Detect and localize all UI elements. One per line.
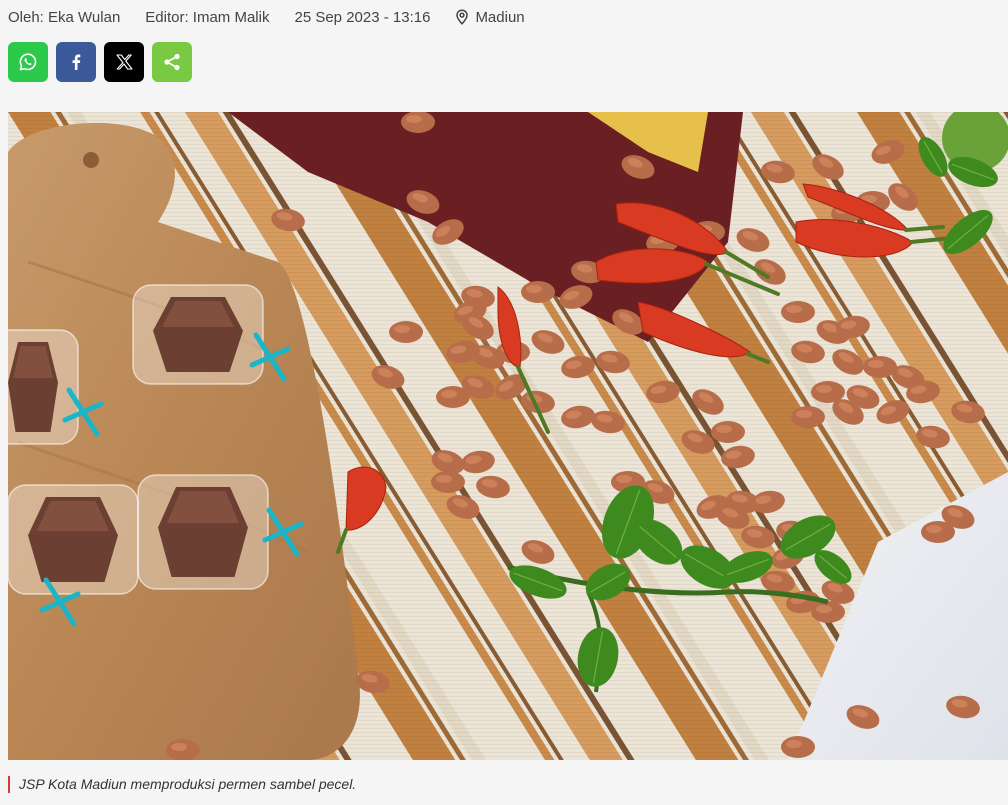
article-photo (8, 112, 1008, 760)
share-button[interactable] (152, 42, 192, 82)
photo-caption: JSP Kota Madiun memproduksi permen sambe… (8, 776, 356, 793)
location: Madiun (455, 8, 525, 26)
facebook-icon (72, 54, 81, 70)
x-logo-icon (115, 54, 133, 70)
location-label: Madiun (475, 8, 525, 26)
author: Oleh: Eka Wulan (8, 8, 121, 26)
facebook-share-button[interactable] (56, 42, 96, 82)
editor: Editor: Imam Malik (145, 8, 270, 26)
whatsapp-icon (19, 53, 37, 71)
publish-datetime: 25 Sep 2023 - 13:16 (294, 8, 431, 26)
x-share-button[interactable] (104, 42, 144, 82)
share-icon (164, 53, 180, 71)
article-meta: Oleh: Eka Wulan Editor: Imam Malik 25 Se… (8, 8, 525, 26)
location-pin-icon (456, 9, 469, 25)
whatsapp-share-button[interactable] (8, 42, 48, 82)
share-buttons (8, 42, 192, 82)
